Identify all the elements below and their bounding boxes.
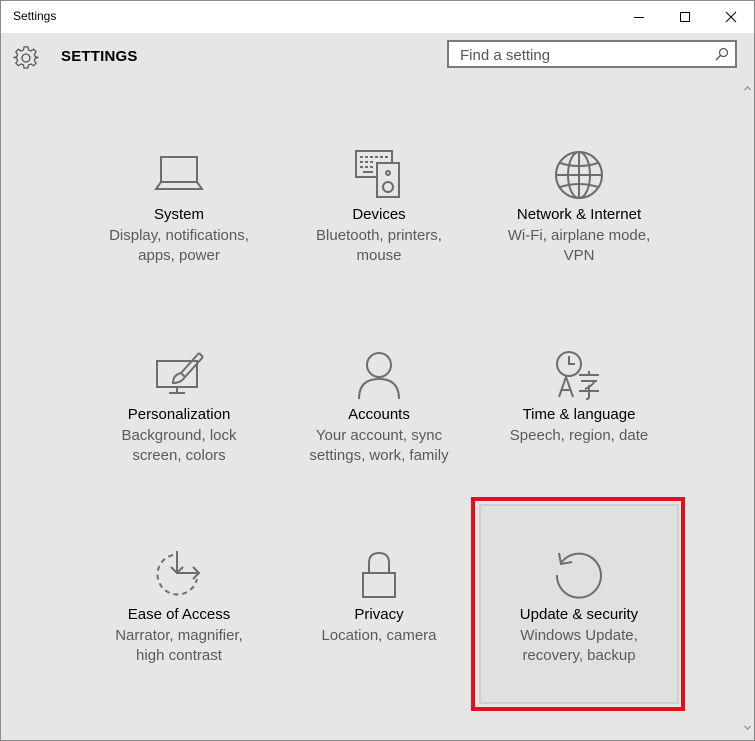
highlight-annotation-box — [471, 497, 685, 711]
tile-description-line: Location, camera — [321, 627, 437, 644]
tile-description-line: Background, lock — [121, 427, 237, 444]
settings-header: SETTINGS — [1, 33, 754, 81]
gear-icon — [13, 46, 39, 69]
minimize-icon — [634, 17, 644, 18]
person-icon — [358, 352, 400, 400]
globe-icon — [555, 151, 603, 199]
scrollbar[interactable] — [741, 81, 754, 740]
minimize-button[interactable] — [616, 1, 662, 33]
tile-personalization[interactable]: Personalization Background, lock screen,… — [79, 331, 279, 531]
page-title: SETTINGS — [61, 48, 138, 65]
tile-description-line: Bluetooth, printers, — [316, 227, 442, 244]
tile-description: Speech, region, date — [489, 426, 669, 446]
tile-title: Network & Internet — [516, 206, 642, 223]
tile-devices[interactable]: Devices Bluetooth, printers, mouse — [279, 131, 479, 331]
tile-description-line: Display, notifications, — [109, 227, 249, 244]
tile-title: Privacy — [354, 606, 404, 623]
window-title: Settings — [13, 9, 57, 23]
tile-description-line: mouse — [356, 247, 402, 264]
tile-ease-of-access[interactable]: Ease of Access Narrator, magnifier, high… — [79, 531, 279, 731]
tile-description-line: Speech, region, date — [509, 427, 649, 444]
lock-icon — [362, 551, 396, 598]
tile-network-internet[interactable]: Network & Internet Wi-Fi, airplane mode,… — [479, 131, 679, 331]
tile-description: Display, notifications, apps, power — [89, 226, 269, 266]
search-box[interactable] — [447, 40, 737, 68]
ease-of-access-icon — [156, 551, 201, 596]
tile-description-line: Your account, sync — [315, 427, 443, 444]
tile-title: Personalization — [127, 406, 231, 423]
scroll-up-arrow-icon[interactable] — [741, 81, 754, 95]
scroll-down-arrow-icon[interactable] — [741, 721, 754, 735]
close-icon — [725, 11, 737, 23]
search-icon[interactable] — [715, 47, 729, 61]
tile-accounts[interactable]: Accounts Your account, sync settings, wo… — [279, 331, 479, 531]
tile-title: Accounts — [348, 406, 410, 423]
maximize-icon — [680, 12, 690, 22]
tile-description: Narrator, magnifier, high contrast — [89, 626, 269, 666]
time-language-icon — [556, 351, 599, 400]
personalization-icon — [156, 352, 204, 394]
tile-description-line: Narrator, magnifier, — [115, 627, 243, 644]
tile-description: Wi-Fi, airplane mode, VPN — [489, 226, 669, 266]
tile-description: Location, camera — [289, 626, 469, 646]
tile-description-line: Wi-Fi, airplane mode, — [507, 227, 651, 244]
tile-description-line: screen, colors — [132, 447, 226, 464]
tile-description: Bluetooth, printers, mouse — [289, 226, 469, 266]
tile-description-line: apps, power — [138, 247, 220, 264]
tile-title: Time & language — [522, 406, 636, 423]
tile-description: Your account, sync settings, work, famil… — [289, 426, 469, 466]
tile-description: Background, lock screen, colors — [89, 426, 269, 466]
close-button[interactable] — [708, 1, 754, 33]
title-bar[interactable]: Settings — [1, 1, 754, 33]
maximize-button[interactable] — [662, 1, 708, 33]
tile-title: Ease of Access — [127, 606, 231, 623]
laptop-icon — [154, 156, 204, 190]
devices-icon — [355, 150, 400, 198]
tile-description-line: high contrast — [136, 647, 222, 664]
tile-system[interactable]: System Display, notifications, apps, pow… — [79, 131, 279, 331]
tile-description-line: VPN — [563, 247, 595, 264]
tile-title: Devices — [352, 206, 406, 223]
tile-title: System — [153, 206, 204, 223]
tile-description-line: settings, work, family — [309, 447, 449, 464]
search-input[interactable] — [458, 45, 712, 65]
tile-privacy[interactable]: Privacy Location, camera — [279, 531, 479, 731]
